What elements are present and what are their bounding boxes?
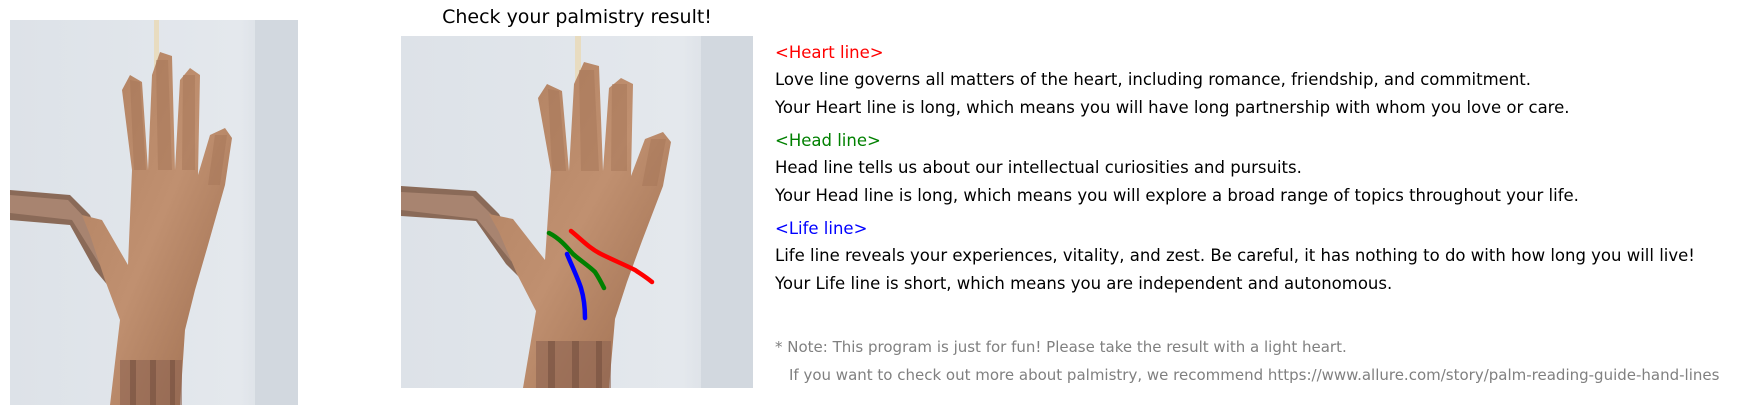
life-line-section: <Life line> Life line reveals your exper… bbox=[775, 216, 1740, 298]
head-line-heading: <Head line> bbox=[775, 131, 881, 150]
heart-line-section: <Heart line> Love line governs all matte… bbox=[775, 40, 1740, 122]
result-palm-image bbox=[401, 36, 753, 388]
disclaimer-note: * Note: This program is just for fun! Pl… bbox=[775, 338, 1347, 356]
original-palm-image bbox=[10, 20, 298, 405]
page-title: Check your palmistry result! bbox=[442, 6, 712, 28]
life-line-description: Life line reveals your experiences, vita… bbox=[775, 246, 1695, 265]
palmistry-results: <Heart line> Love line governs all matte… bbox=[775, 40, 1740, 304]
original-palm-drawing bbox=[10, 20, 298, 405]
head-line-result: Your Head line is long, which means you … bbox=[775, 186, 1579, 205]
heart-line-result: Your Heart line is long, which means you… bbox=[775, 98, 1570, 117]
palmistry-reference-note: If you want to check out more about palm… bbox=[789, 366, 1720, 384]
life-line-result: Your Life line is short, which means you… bbox=[775, 274, 1393, 293]
life-line-heading: <Life line> bbox=[775, 219, 868, 238]
heart-line-heading: <Heart line> bbox=[775, 43, 884, 62]
heart-line-description: Love line governs all matters of the hea… bbox=[775, 70, 1531, 89]
head-line-description: Head line tells us about our intellectua… bbox=[775, 158, 1302, 177]
result-palm-drawing bbox=[401, 36, 753, 388]
head-line-section: <Head line> Head line tells us about our… bbox=[775, 128, 1740, 210]
